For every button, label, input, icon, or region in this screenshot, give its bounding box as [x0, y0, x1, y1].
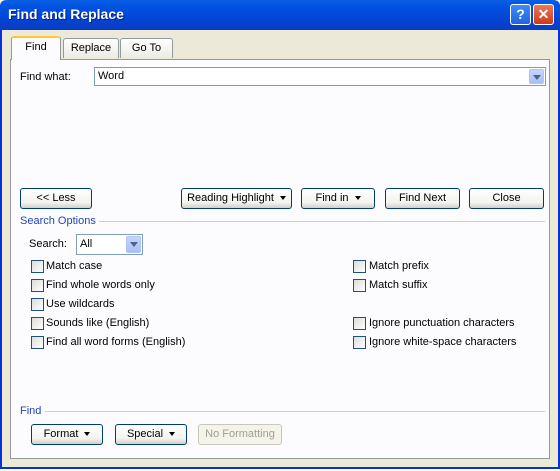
chevron-down-icon[interactable]: [529, 69, 544, 84]
less-button[interactable]: << Less: [20, 188, 92, 209]
dropdown-arrow-icon: [354, 196, 361, 201]
ignore-white-space-label[interactable]: Ignore white-space characters: [369, 336, 516, 348]
find-in-label: Find in: [315, 192, 349, 204]
search-direction-select[interactable]: All: [76, 234, 143, 255]
help-icon: ?: [516, 6, 525, 22]
close-window-button[interactable]: ✕: [533, 4, 554, 25]
format-label: Format: [43, 428, 79, 440]
find-what-value[interactable]: Word: [98, 70, 124, 82]
ignore-white-space-checkbox[interactable]: [353, 336, 366, 349]
ignore-punctuation-checkbox[interactable]: [353, 317, 366, 330]
divider: [99, 221, 545, 222]
find-section-header: Find: [20, 405, 42, 417]
dropdown-arrow-icon: [84, 432, 91, 437]
find-tab-panel: Find what: Word << Less Reading Highligh…: [10, 59, 550, 459]
find-what-label: Find what:: [20, 71, 71, 83]
dialog-title: Find and Replace: [8, 6, 124, 22]
use-wildcards-checkbox[interactable]: [31, 298, 44, 311]
tab-replace[interactable]: Replace: [63, 38, 119, 58]
reading-highlight-label: Reading Highlight: [187, 192, 274, 204]
match-prefix-checkbox[interactable]: [353, 260, 366, 273]
find-next-button[interactable]: Find Next: [385, 188, 460, 209]
no-formatting-button[interactable]: No Formatting: [198, 424, 282, 445]
find-what-combobox[interactable]: Word: [94, 67, 546, 86]
find-all-word-forms-checkbox[interactable]: [31, 336, 44, 349]
title-bar[interactable]: Find and Replace ? ✕: [0, 0, 560, 30]
search-label: Search:: [29, 238, 67, 250]
close-icon: ✕: [537, 6, 550, 22]
divider: [45, 411, 545, 412]
sounds-like-checkbox[interactable]: [31, 317, 44, 330]
find-replace-dialog: Find and Replace ? ✕ Find Replace Go To …: [0, 0, 560, 469]
ignore-punctuation-label[interactable]: Ignore punctuation characters: [369, 317, 515, 329]
dropdown-arrow-icon: [169, 432, 176, 437]
special-label: Special: [126, 428, 164, 440]
chevron-down-icon[interactable]: [126, 236, 141, 253]
find-whole-words-label[interactable]: Find whole words only: [46, 279, 155, 291]
reading-highlight-button[interactable]: Reading Highlight: [181, 188, 292, 209]
format-button[interactable]: Format: [31, 424, 103, 445]
find-all-word-forms-label[interactable]: Find all word forms (English): [46, 336, 185, 348]
match-case-checkbox[interactable]: [31, 260, 44, 273]
find-whole-words-checkbox[interactable]: [31, 279, 44, 292]
sounds-like-label[interactable]: Sounds like (English): [46, 317, 149, 329]
special-button[interactable]: Special: [115, 424, 187, 445]
match-case-label[interactable]: Match case: [46, 260, 102, 272]
close-button[interactable]: Close: [469, 188, 544, 209]
tab-find[interactable]: Find: [11, 36, 61, 60]
use-wildcards-label[interactable]: Use wildcards: [46, 298, 114, 310]
match-prefix-label[interactable]: Match prefix: [369, 260, 429, 272]
dropdown-arrow-icon: [279, 196, 286, 201]
help-button[interactable]: ?: [510, 4, 531, 25]
find-in-button[interactable]: Find in: [301, 188, 375, 209]
tab-go-to[interactable]: Go To: [120, 38, 173, 58]
match-suffix-checkbox[interactable]: [353, 279, 366, 292]
match-suffix-label[interactable]: Match suffix: [369, 279, 428, 291]
dialog-body: Find Replace Go To Find what: Word << Le…: [2, 30, 558, 467]
search-direction-value: All: [80, 238, 93, 250]
search-options-header: Search Options: [20, 215, 96, 227]
